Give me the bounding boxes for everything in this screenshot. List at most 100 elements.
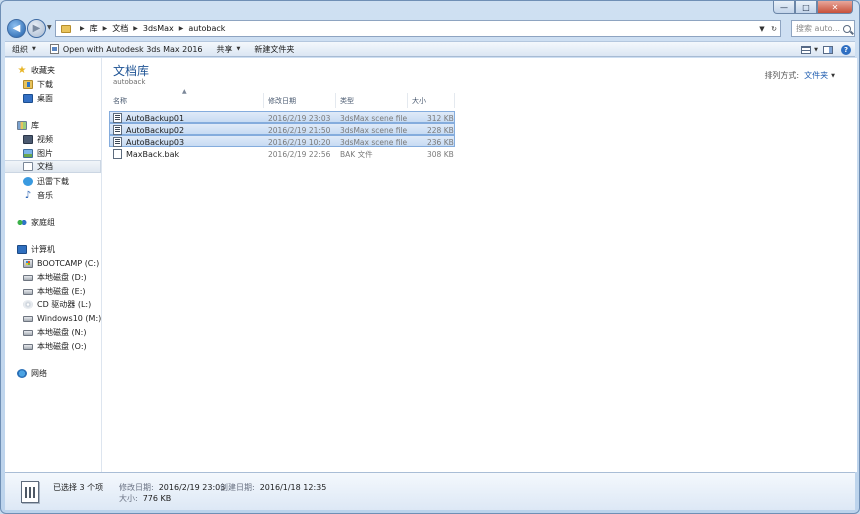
navigation-row: ◀ ▶ ▼ ▶ 库 ▶ 文档 ▶ 3dsMax ▶ autoback ▼ ↻ 搜… [5, 18, 855, 40]
sidebar-item-label: 图片 [37, 149, 53, 158]
chevron-down-icon[interactable]: ▼ [756, 25, 768, 33]
sidebar-item-label: 下载 [37, 80, 53, 89]
arrange-by[interactable]: 排列方式: 文件夹 ▼ [764, 70, 835, 81]
organize-menu[interactable]: 组织 ▼ [5, 42, 43, 56]
sidebar-network[interactable]: 网络 [17, 367, 113, 380]
drive-icon [23, 329, 33, 336]
chevron-right-icon[interactable]: ▶ [133, 25, 138, 32]
column-label: 大小 [412, 96, 426, 105]
sidebar-item-label: 本地磁盘 (D:) [37, 273, 87, 282]
sidebar-item-label: BOOTCAMP (C:) [37, 259, 100, 268]
maximize-button[interactable]: □ [795, 1, 817, 14]
breadcrumb-autoback[interactable]: autoback [188, 24, 225, 33]
arrange-label: 排列方式: [764, 71, 800, 80]
sidebar-computer[interactable]: 计算机 [17, 243, 113, 256]
file-size: 308 KB [427, 149, 454, 159]
created-label: 创建日期: [220, 483, 255, 492]
system-drive-icon [23, 259, 33, 268]
caption-buttons: — □ ✕ [773, 1, 853, 15]
file-row[interactable]: AutoBackup03 2016/2/19 10:20 3dsMax scen… [109, 135, 455, 147]
sidebar-favorites[interactable]: ★ 收藏夹 [17, 64, 113, 77]
file-row[interactable]: AutoBackup02 2016/2/19 21:50 3dsMax scen… [109, 123, 455, 135]
file-type: BAK 文件 [340, 149, 373, 159]
chevron-down-icon[interactable]: ▼ [831, 73, 835, 79]
created-value: 2016/1/18 12:35 [259, 483, 327, 492]
file-modified: 2016/2/19 10:20 [268, 137, 331, 147]
drive-icon [23, 288, 33, 295]
sidebar-item-label: 网络 [31, 369, 47, 378]
file-row[interactable]: AutoBackup01 2016/2/19 23:03 3dsMax scen… [109, 111, 455, 123]
view-mode-icon[interactable] [801, 45, 812, 54]
view-controls: ▼ ? [798, 43, 851, 56]
chevron-right-icon[interactable]: ▶ [103, 25, 108, 32]
max-file-icon [113, 113, 122, 123]
sidebar-item-label: 迅雷下载 [37, 177, 69, 186]
max-file-icon [113, 125, 122, 135]
open-with-label: Open with Autodesk 3ds Max 2016 [62, 44, 203, 54]
sidebar-item-label: 计算机 [31, 245, 55, 254]
search-icon[interactable] [843, 24, 851, 33]
column-header-type[interactable]: 类型 [336, 93, 408, 108]
column-label: 类型 [340, 96, 354, 105]
column-header-modified[interactable]: 修改日期 [264, 93, 336, 108]
search-box[interactable]: 搜索 auto... [791, 20, 855, 37]
sidebar-libraries[interactable]: 库 [17, 119, 113, 132]
forward-button[interactable]: ▶ [27, 19, 46, 38]
sidebar-item-label: 收藏夹 [31, 66, 55, 75]
refresh-icon[interactable]: ↻ [768, 25, 780, 33]
chevron-down-icon: ▼ [32, 46, 36, 52]
chevron-down-icon[interactable]: ▼ [814, 47, 818, 53]
arrange-value[interactable]: 文件夹 [804, 70, 828, 81]
file-size: 236 KB [427, 137, 454, 147]
star-icon: ★ [17, 65, 27, 76]
chevron-down-icon: ▼ [236, 46, 241, 52]
pictures-icon [23, 149, 33, 158]
chevron-right-icon[interactable]: ▶ [179, 25, 184, 32]
organize-label: 组织 [12, 44, 28, 54]
video-icon [23, 135, 33, 144]
drive-icon [23, 274, 33, 281]
homegroup-icon [17, 218, 27, 227]
library-icon [17, 121, 27, 130]
library-subtitle: autoback [113, 78, 146, 86]
chevron-right-icon[interactable]: ▶ [80, 25, 85, 32]
size-value: 776 KB [142, 494, 172, 503]
sidebar-item-label: 视频 [37, 135, 53, 144]
open-with-button[interactable]: Open with Autodesk 3ds Max 2016 [43, 42, 210, 56]
column-header-size[interactable]: 大小 [408, 93, 455, 108]
sidebar-homegroup[interactable]: 家庭组 [17, 216, 113, 229]
breadcrumb-3dsmax[interactable]: 3dsMax [143, 24, 174, 33]
address-actions: ▼ ↻ [756, 21, 780, 36]
drive-icon [23, 343, 33, 350]
share-menu[interactable]: 共享 ▼ [210, 42, 248, 56]
minimize-button[interactable]: — [773, 1, 795, 14]
back-button[interactable]: ◀ [7, 19, 26, 38]
file-name: AutoBackup02 [126, 125, 185, 135]
app-icon [49, 44, 59, 54]
breadcrumb-documents[interactable]: 文档 [112, 23, 128, 34]
sidebar-item-label: 本地磁盘 (O:) [37, 342, 87, 351]
cd-drive-icon [23, 300, 33, 309]
computer-icon [17, 245, 27, 254]
explorer-window: — □ ✕ ◀ ▶ ▼ ▶ 库 ▶ 文档 ▶ 3dsMax ▶ autoback… [0, 0, 860, 514]
column-header-name[interactable]: 名称 [109, 93, 264, 108]
max-file-icon [113, 137, 122, 147]
new-folder-button[interactable]: 新建文件夹 [247, 42, 301, 56]
file-row[interactable]: MaxBack.bak 2016/2/19 22:56 BAK 文件 308 K… [109, 148, 455, 160]
preview-pane-icon[interactable] [823, 45, 833, 54]
help-icon[interactable]: ? [841, 44, 851, 55]
recent-pages-dropdown[interactable]: ▼ [47, 24, 52, 31]
modified-label: 修改日期: [119, 483, 154, 492]
file-name-cell: MaxBack.bak [113, 148, 179, 160]
command-bar: 组织 ▼ Open with Autodesk 3ds Max 2016 共享 … [5, 41, 855, 57]
sidebar-item-documents[interactable]: 文档 [5, 160, 101, 173]
sidebar-item-label: 库 [31, 121, 39, 130]
sidebar-item-label: 本地磁盘 (E:) [37, 287, 86, 296]
breadcrumb-library[interactable]: 库 [90, 23, 98, 34]
navigation-pane: ★ 收藏夹 下载 桌面 库 视频 图片 文档 迅雷下载 ♪ 音乐 家庭组 计算机… [5, 58, 102, 472]
address-bar[interactable]: ▶ 库 ▶ 文档 ▶ 3dsMax ▶ autoback ▼ ↻ [55, 20, 781, 37]
music-icon: ♪ [24, 190, 32, 201]
close-button[interactable]: ✕ [817, 1, 853, 14]
column-label: 修改日期 [268, 96, 296, 105]
search-input[interactable]: 搜索 auto... [796, 23, 840, 34]
